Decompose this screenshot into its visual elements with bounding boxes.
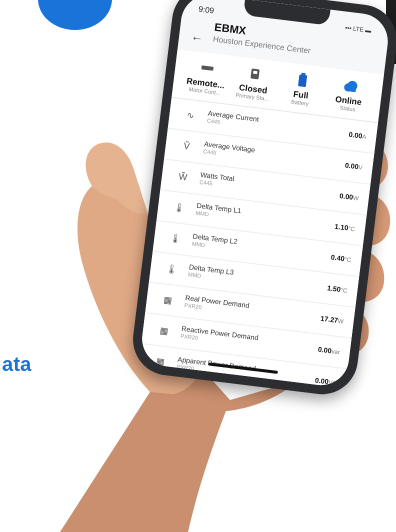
remote-icon — [183, 58, 232, 78]
reading-value: 1.50°C — [327, 285, 348, 294]
back-arrow-icon[interactable]: ← — [190, 29, 204, 44]
meter-icon: ▦ — [155, 355, 166, 367]
reading-unit: A — [361, 133, 367, 141]
reading-value: 0.40°C — [330, 254, 351, 263]
reading-unit: V — [358, 164, 363, 172]
reading-number: 1.50 — [326, 284, 342, 294]
reading-value: 0.00V — [345, 162, 363, 171]
reading-unit: °C — [340, 287, 348, 295]
reading-number: 17.27 — [320, 315, 339, 325]
phone-screen: 9:09 ▪▪▪ LTE ▬ ← EBMX Houston Experience… — [138, 0, 392, 389]
reading-number: 0.00 — [317, 346, 332, 355]
reading-value: 0.00W — [339, 193, 359, 202]
reading-number: 0.00 — [348, 131, 363, 140]
thermometer-icon: 🌡︎ — [169, 232, 182, 244]
voltage-icon: Ṽ — [183, 140, 191, 152]
summary-motor-control[interactable]: Remote... Motor Cont... — [180, 58, 232, 98]
reading-unit: °C — [347, 225, 356, 233]
reading-unit: °C — [343, 256, 352, 264]
meter-icon: ▦ — [159, 324, 169, 336]
reading-number: 1.10 — [334, 223, 349, 232]
reading-number: 0.40 — [330, 254, 345, 263]
smartphone: 9:09 ▪▪▪ LTE ▬ ← EBMX Houston Experience… — [128, 0, 396, 399]
reading-value: 0.00A — [348, 131, 366, 140]
reading-value: 17.27W — [320, 315, 344, 325]
battery-icon — [278, 70, 327, 90]
reading-number: 0.00 — [344, 162, 359, 171]
watts-icon: W̃ — [178, 171, 188, 183]
meter-icon: ▦ — [163, 294, 173, 305]
reading-unit: W — [337, 318, 344, 326]
thermometer-icon: 🌡︎ — [172, 201, 186, 213]
wave-icon: ∿ — [186, 109, 195, 121]
summary-online-status[interactable]: Online Status — [323, 76, 375, 116]
reading-unit: VA — [328, 379, 337, 387]
reading-number: 0.00 — [339, 192, 354, 202]
reading-value: 0.00var — [318, 346, 341, 356]
reading-value: 1.10°C — [334, 223, 355, 232]
reading-unit: W — [352, 195, 359, 202]
thermometer-icon: 🌡︎ — [165, 263, 178, 275]
breaker-icon — [230, 64, 279, 84]
reading-unit: var — [331, 348, 341, 356]
cloud-icon — [326, 76, 375, 96]
readings-list: ∿ Average Current C445 0.00A Ṽ Average Vo… — [138, 97, 378, 389]
reading-value: 0.00VA — [315, 377, 337, 387]
summary-battery[interactable]: Full Battery — [276, 70, 328, 110]
summary-primary-status[interactable]: Closed Primary Sta... — [228, 64, 280, 104]
